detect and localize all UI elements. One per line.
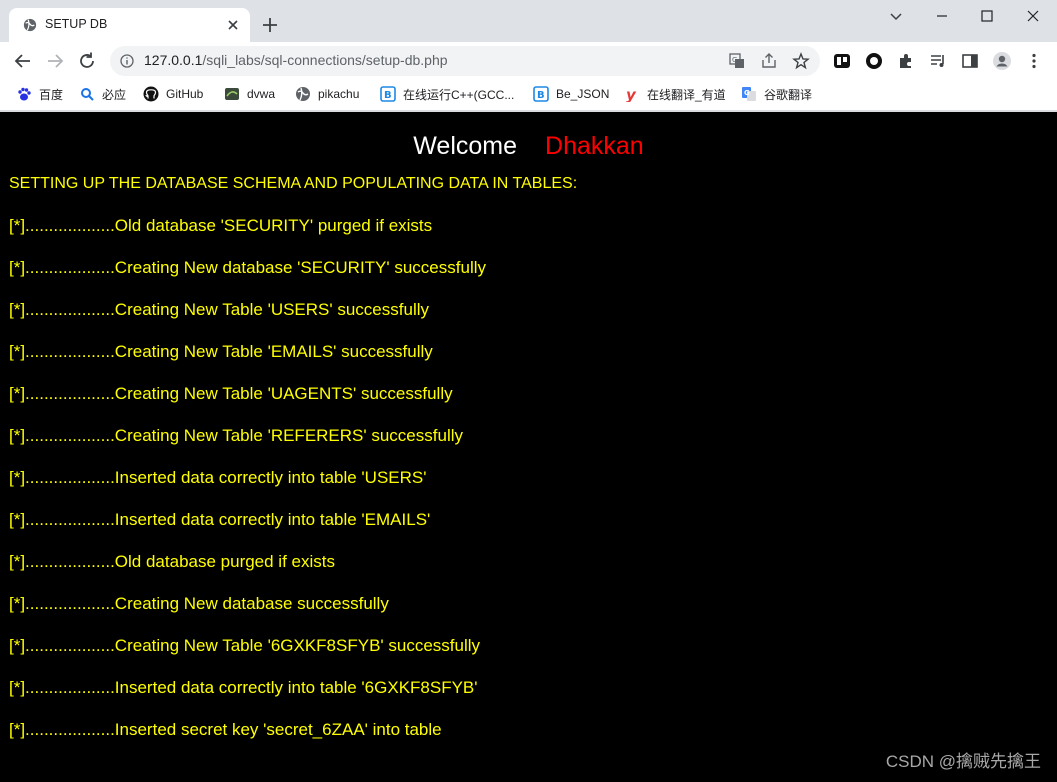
extensions-puzzle-icon[interactable] — [896, 51, 916, 71]
log-line: [*]...................Creating New Table… — [9, 342, 433, 361]
bookmark-dvwa[interactable]: dvwa — [224, 84, 275, 104]
globe-icon — [296, 87, 310, 101]
bookmark-star-icon[interactable] — [792, 52, 810, 70]
forward-icon[interactable] — [44, 50, 66, 72]
log-line: [*]...................Creating New datab… — [9, 594, 389, 613]
translate-icon[interactable]: G — [728, 52, 746, 70]
github-icon — [143, 86, 159, 102]
bejson-icon: B — [533, 86, 549, 102]
runcode-icon: B — [380, 86, 396, 102]
extension-circle-icon[interactable] — [864, 51, 884, 71]
bookmark-label: 在线翻译_有道 — [647, 87, 726, 102]
side-panel-icon[interactable] — [960, 51, 980, 71]
address-bar[interactable]: 127.0.0.1/sqli_labs/sql-connections/setu… — [110, 46, 820, 76]
bookmark-youdao[interactable]: y 在线翻译_有道 — [624, 84, 726, 104]
bookmark-label: GitHub — [166, 87, 204, 101]
info-icon[interactable] — [120, 54, 134, 68]
log-line: [*]...................Old database 'SECU… — [9, 216, 433, 235]
setup-log: [*]...................Old database 'SECU… — [9, 216, 486, 762]
close-window-icon[interactable] — [1023, 6, 1043, 26]
tab-setup-db[interactable]: SETUP DB — [9, 8, 250, 42]
bookmark-label: dvwa — [247, 87, 276, 101]
bing-icon — [81, 88, 94, 101]
baidu-icon — [18, 87, 31, 101]
svg-text:B: B — [537, 90, 545, 101]
dvwa-icon — [225, 88, 239, 100]
log-line: [*]...................Creating New Table… — [9, 426, 463, 445]
youdao-icon: y — [626, 86, 637, 102]
media-control-icon[interactable] — [928, 51, 948, 71]
maximize-icon[interactable] — [977, 6, 997, 26]
watermark: CSDN @擒贼先擒王 — [885, 752, 1041, 771]
log-line: [*]...................Old database purge… — [9, 552, 335, 571]
minimize-icon[interactable] — [932, 6, 952, 26]
google-translate-icon: G — [742, 87, 756, 101]
tab-search-icon[interactable] — [886, 6, 906, 26]
back-icon[interactable] — [12, 50, 34, 72]
welcome-banner: Welcome Dhakkan — [0, 132, 1057, 161]
url-text[interactable]: 127.0.0.1/sqli_labs/sql-connections/setu… — [144, 52, 448, 68]
svg-text:G: G — [744, 89, 750, 97]
reload-icon[interactable] — [76, 50, 98, 72]
new-tab-icon[interactable] — [260, 15, 280, 35]
log-line: [*]...................Inserted data corr… — [9, 510, 431, 529]
close-tab-icon[interactable] — [223, 15, 243, 35]
user-name: Dhakkan — [545, 132, 644, 160]
page-content: Welcome Dhakkan SETTING UP THE DATABASE S… — [0, 112, 1057, 782]
log-line: [*]...................Inserted secret ke… — [9, 720, 442, 739]
bookmarks-bar: 百度 必应 GitHub dvwa pikachu B 在线运行C++(GCC.… — [0, 80, 1057, 108]
toolbar: 127.0.0.1/sqli_labs/sql-connections/setu… — [0, 42, 1057, 79]
url-path: /sqli_labs/sql-connections/setup-db.php — [202, 52, 448, 68]
welcome-text: Welcome — [413, 132, 518, 160]
tab-strip: SETUP DB — [0, 0, 1057, 42]
bookmark-label: Be_JSON — [556, 87, 610, 101]
svg-text:G: G — [732, 56, 737, 64]
tab-title: SETUP DB — [45, 17, 108, 31]
bookmark-github[interactable]: GitHub — [143, 84, 203, 104]
bookmark-bejson[interactable]: B Be_JSON — [533, 84, 609, 104]
bookmark-google-translate[interactable]: G 谷歌翻译 — [741, 84, 812, 104]
bookmark-runcode[interactable]: B 在线运行C++(GCC... — [380, 84, 514, 104]
globe-icon — [23, 18, 37, 32]
share-icon[interactable] — [760, 52, 778, 70]
bookmark-label: pikachu — [318, 87, 360, 101]
url-host: 127.0.0.1 — [144, 52, 203, 68]
setup-heading: SETTING UP THE DATABASE SCHEMA AND POPUL… — [9, 175, 578, 192]
svg-text:y: y — [626, 86, 637, 102]
bookmark-label: 在线运行C++(GCC... — [403, 87, 515, 102]
bookmark-label: 必应 — [102, 87, 127, 102]
profile-avatar-icon[interactable] — [992, 51, 1012, 71]
bookmark-bing[interactable]: 必应 — [79, 84, 126, 104]
bookmark-label: 百度 — [39, 87, 64, 102]
extension-trello-icon[interactable] — [832, 51, 852, 71]
log-line: [*]...................Creating New datab… — [9, 258, 486, 277]
bookmark-pikachu[interactable]: pikachu — [295, 84, 359, 104]
log-line: [*]...................Creating New Table… — [9, 384, 453, 403]
bookmark-baidu[interactable]: 百度 — [16, 84, 63, 104]
bookmark-label: 谷歌翻译 — [764, 87, 813, 102]
menu-kebab-icon[interactable] — [1024, 51, 1044, 71]
log-line: [*]...................Inserted data corr… — [9, 468, 427, 487]
browser-chrome: SETUP DB 127.0.0.1/sqli_labs/sql-connect… — [0, 0, 1057, 112]
log-line: [*]...................Creating New Table… — [9, 300, 429, 319]
log-line: [*]...................Inserted data corr… — [9, 678, 478, 697]
svg-text:B: B — [384, 90, 392, 101]
log-line: [*]...................Creating New Table… — [9, 636, 481, 655]
